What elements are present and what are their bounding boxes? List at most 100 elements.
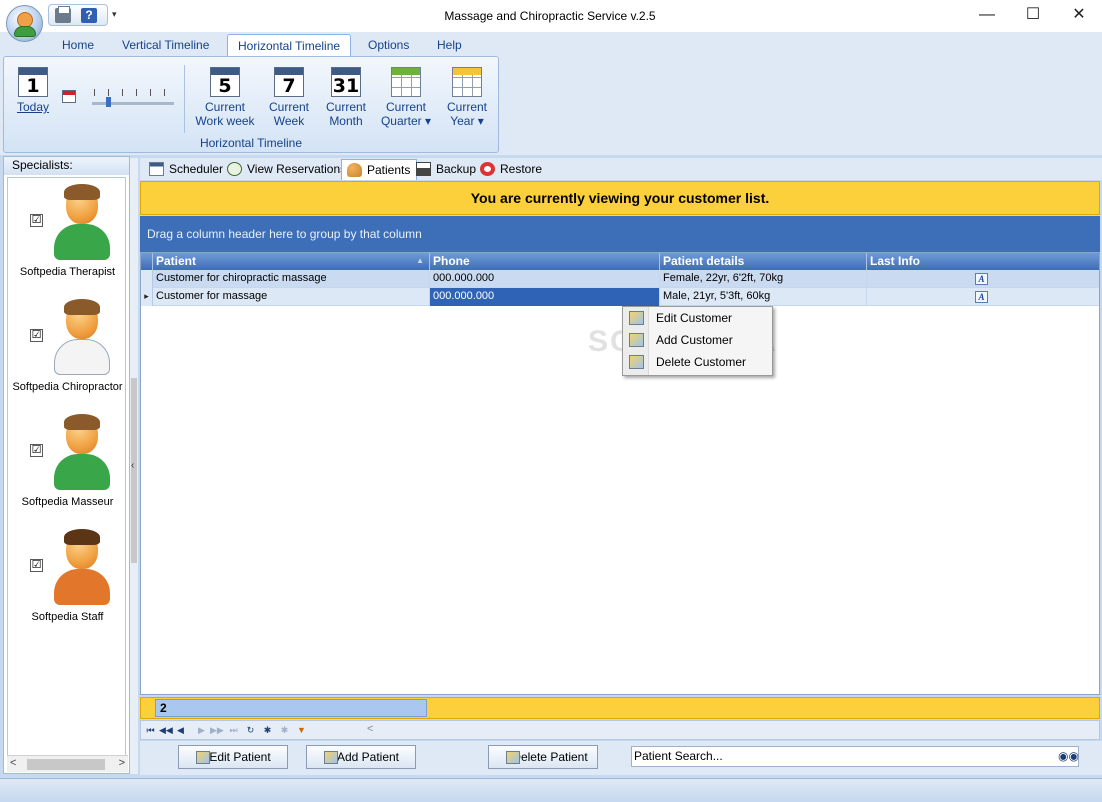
tab-horizontal-timeline[interactable]: Horizontal Timeline <box>227 34 352 56</box>
people-icon <box>347 163 362 177</box>
doctor-avatar-icon <box>52 184 112 264</box>
filter-icon[interactable]: ▼ <box>295 724 308 737</box>
previous-record-icon[interactable]: ◀ <box>174 724 187 737</box>
small-calendar-icon[interactable] <box>62 90 76 103</box>
customize-toolbar-chevron-icon[interactable]: ▾ <box>112 9 120 20</box>
grid-header: Patient ▲ Phone Patient details Last Inf… <box>141 253 1099 270</box>
specialist-item[interactable]: ☑ Softpedia Staff <box>8 527 127 642</box>
specialist-checkbox[interactable]: ☑ <box>30 444 43 457</box>
specialist-name: Softpedia Chiropractor <box>12 381 123 393</box>
close-button[interactable]: ✕ <box>1056 0 1102 30</box>
info-banner: You are currently viewing your customer … <box>140 181 1100 215</box>
previous-page-icon[interactable]: ◀◀ <box>159 724 173 737</box>
tab-scheduler[interactable]: Scheduler <box>144 159 229 180</box>
lifebuoy-icon <box>480 162 495 176</box>
specialist-checkbox[interactable]: ☑ <box>30 214 43 227</box>
calendar-day-number: 7 <box>282 75 296 97</box>
cell-patient[interactable]: Customer for massage <box>153 288 430 306</box>
today-button[interactable]: 1 Today <box>14 67 52 114</box>
zoom-slider[interactable] <box>92 89 174 117</box>
scroll-thumb[interactable] <box>27 759 105 770</box>
row-indicator[interactable] <box>141 270 153 288</box>
cell-last-info[interactable]: A <box>867 288 1099 306</box>
delete-record-icon[interactable]: ✱ <box>278 724 291 737</box>
current-quarter-button[interactable]: Current Quarter ▾ <box>378 67 434 128</box>
grid-calendar-icon <box>452 67 482 97</box>
menu-item-delete-customer[interactable]: Delete Customer <box>623 351 772 373</box>
calendar-icon <box>149 162 164 176</box>
specialists-list: ☑ Softpedia Therapist ☑ Softpedia Chirop… <box>7 177 126 757</box>
table-row[interactable]: Customer for chiropractic massage 000.00… <box>141 270 1099 288</box>
menu-item-add-customer[interactable]: Add Customer <box>623 329 772 351</box>
cell-phone[interactable]: 000.000.000 <box>430 288 660 306</box>
application-menu-button[interactable] <box>6 5 43 42</box>
collapse-panel-icon[interactable]: ‹ <box>131 460 134 471</box>
minimize-button[interactable]: — <box>964 0 1010 30</box>
insert-record-icon[interactable]: ✱ <box>261 724 274 737</box>
last-record-icon[interactable]: ⏭ <box>227 724 240 737</box>
delete-patient-button[interactable]: Delete Patient <box>488 745 598 769</box>
table-row[interactable]: ▸ Customer for massage 000.000.000 Male,… <box>141 288 1099 306</box>
menu-item-edit-customer[interactable]: Edit Customer <box>623 307 772 329</box>
add-customer-icon <box>629 333 644 347</box>
tab-backup[interactable]: Backup <box>411 159 482 180</box>
cell-last-info[interactable]: A <box>867 270 1099 288</box>
cell-patient-details[interactable]: Male, 21yr, 5'3ft, 60kg <box>660 288 867 306</box>
column-header-label: Patient <box>156 254 197 268</box>
next-page-icon[interactable]: ▶▶ <box>210 724 224 737</box>
column-header-patient-details[interactable]: Patient details <box>660 253 867 270</box>
help-icon[interactable]: ? <box>81 8 97 23</box>
specialist-item[interactable]: ☑ Softpedia Chiropractor <box>8 297 127 412</box>
column-header-patient[interactable]: Patient ▲ <box>153 253 430 270</box>
specialist-checkbox[interactable]: ☑ <box>30 559 43 572</box>
edit-patient-icon <box>196 751 210 764</box>
tab-options[interactable]: Options <box>358 34 419 56</box>
specialist-item[interactable]: ☑ Softpedia Therapist <box>8 182 127 297</box>
section-tab-strip: Scheduler View Reservations Patients Bac… <box>140 158 1102 180</box>
specialist-name: Softpedia Masseur <box>21 496 114 508</box>
delete-customer-icon <box>629 355 644 369</box>
column-header-last-info[interactable]: Last Info <box>867 253 1099 270</box>
current-row-indicator-icon[interactable]: ▸ <box>141 288 153 306</box>
print-icon[interactable] <box>55 6 71 23</box>
info-icon[interactable]: A <box>975 291 988 303</box>
specialists-horizontal-scrollbar[interactable]: < > <box>7 755 128 772</box>
group-by-panel[interactable]: Drag a column header here to group by th… <box>140 216 1100 252</box>
tab-patients[interactable]: Patients <box>341 159 418 180</box>
tab-home[interactable]: Home <box>52 34 104 56</box>
cell-patient-details[interactable]: Female, 22yr, 6'2ft, 70kg <box>660 270 867 288</box>
next-record-icon[interactable]: ▶ <box>195 724 208 737</box>
refresh-icon[interactable]: ↻ <box>244 724 257 737</box>
cell-phone[interactable]: 000.000.000 <box>430 270 660 288</box>
current-work-week-button[interactable]: 5 Current Work week <box>192 67 258 128</box>
tab-restore[interactable]: Restore <box>475 159 548 180</box>
grid-summary-bar: 2 <box>140 697 1100 719</box>
binoculars-search-icon[interactable]: ◉◉ <box>1058 749 1079 764</box>
current-week-button[interactable]: 7 Current Week <box>266 67 312 128</box>
column-header-phone[interactable]: Phone <box>430 253 660 270</box>
calendar-icon: 1 <box>18 67 48 97</box>
current-month-button[interactable]: 31 Current Month <box>322 67 370 128</box>
scroll-right-icon[interactable]: > <box>119 757 125 769</box>
specialist-checkbox[interactable]: ☑ <box>30 329 43 342</box>
tab-vertical-timeline[interactable]: Vertical Timeline <box>112 34 219 56</box>
menu-item-label: Add Customer <box>656 333 733 347</box>
add-patient-button[interactable]: Add Patient <box>306 745 416 769</box>
tab-view-reservations[interactable]: View Reservations <box>222 159 352 180</box>
scroll-left-icon[interactable]: < <box>10 757 16 769</box>
tab-label: Patients <box>367 163 411 177</box>
patient-search-input[interactable]: Patient Search... <box>631 746 1079 767</box>
current-year-button[interactable]: Current Year ▾ <box>442 67 492 128</box>
edit-patient-button[interactable]: Edit Patient <box>178 745 288 769</box>
scroll-left-icon[interactable]: < <box>367 723 373 735</box>
tab-help[interactable]: Help <box>427 34 472 56</box>
quick-access-toolbar: ? <box>48 4 108 26</box>
maximize-button[interactable]: ☐ <box>1010 0 1056 30</box>
first-record-icon[interactable]: ⏮ <box>144 724 157 737</box>
zoom-slider-thumb[interactable] <box>106 97 111 107</box>
info-icon[interactable]: A <box>975 273 988 285</box>
specialist-item[interactable]: ☑ Softpedia Masseur <box>8 412 127 527</box>
patients-grid: Patient ▲ Phone Patient details Last Inf… <box>140 252 1100 695</box>
cell-patient[interactable]: Customer for chiropractic massage <box>153 270 430 288</box>
grid-calendar-icon <box>391 67 421 97</box>
